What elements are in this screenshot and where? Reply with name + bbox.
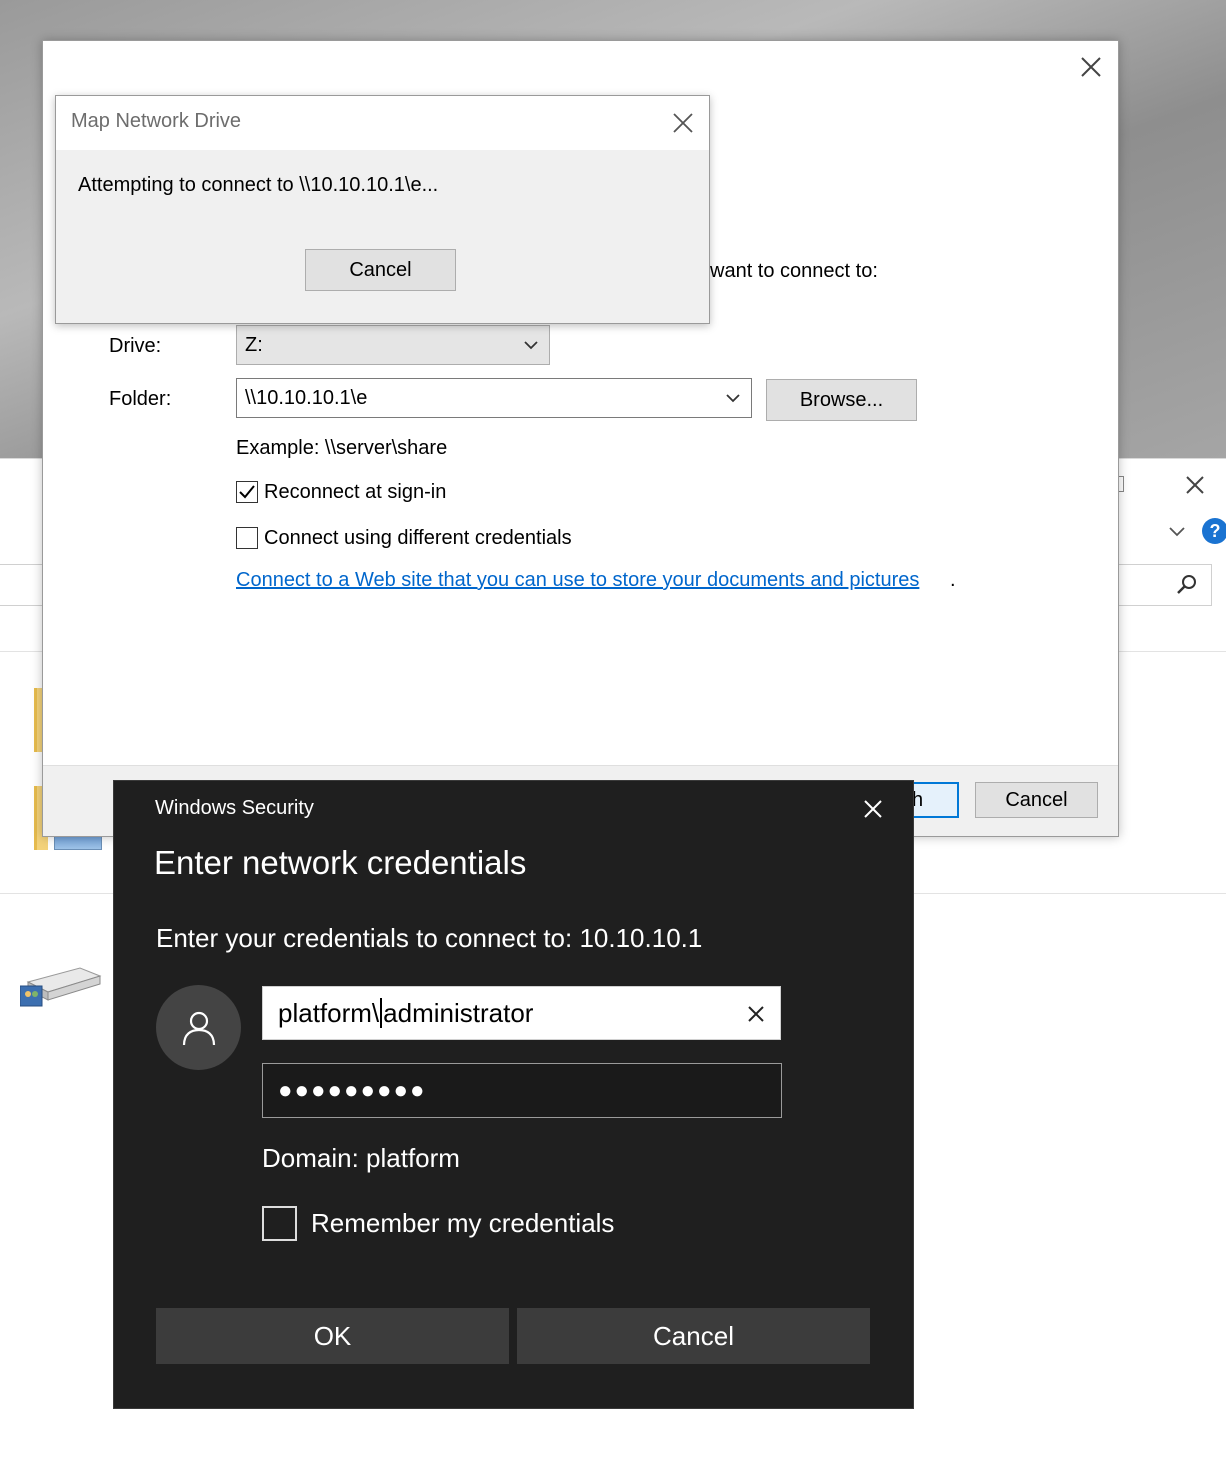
drive-label: Drive: (109, 335, 162, 357)
checkmark-icon (239, 485, 255, 499)
web-link-period: . (950, 569, 956, 591)
chevron-down-icon[interactable] (723, 388, 743, 408)
folder-combobox-value: \\10.10.10.1\e (245, 386, 368, 409)
connecting-cancel-button[interactable]: Cancel (305, 249, 456, 291)
example-text: Example: \\server\share (236, 437, 448, 459)
password-input[interactable]: ●●●●●●●●● (262, 1063, 782, 1118)
reconnect-label[interactable]: Reconnect at sign-in (264, 481, 446, 504)
security-cancel-button[interactable]: Cancel (517, 1308, 870, 1364)
web-site-link[interactable]: Connect to a Web site that you can use t… (236, 569, 919, 592)
ok-button[interactable]: OK (156, 1308, 509, 1364)
connecting-dialog-titlebar: Map Network Drive (56, 96, 709, 150)
text-caret (380, 998, 383, 1028)
username-text-before-caret: platform\ (278, 997, 380, 1028)
drive-select[interactable]: Z: (236, 325, 550, 365)
folder-label: Folder: (109, 388, 172, 410)
connect-prompt-text: want to connect to: (710, 260, 878, 282)
dialog-close-icon[interactable] (1076, 52, 1106, 82)
network-drive-icon (19, 960, 104, 1010)
remember-credentials-label[interactable]: Remember my credentials (311, 1208, 614, 1239)
credentials-heading: Enter network credentials (154, 844, 527, 881)
username-input[interactable]: platform\ administrator (262, 986, 781, 1040)
remember-credentials-checkbox[interactable] (262, 1206, 297, 1241)
password-mask: ●●●●●●●●● (278, 1076, 427, 1104)
reconnect-checkbox[interactable] (236, 481, 258, 503)
help-icon[interactable]: ? (1202, 518, 1226, 544)
folder-combobox[interactable]: \\10.10.10.1\e (236, 378, 752, 418)
close-icon[interactable] (858, 794, 888, 824)
chevron-down-icon[interactable] (1166, 520, 1188, 542)
chevron-down-icon (521, 335, 541, 355)
username-text-after-caret: administrator (383, 997, 534, 1028)
different-credentials-label[interactable]: Connect using different credentials (264, 527, 572, 550)
connecting-message: Attempting to connect to \\10.10.10.1\e.… (78, 174, 439, 196)
different-credentials-checkbox[interactable] (236, 527, 258, 549)
connecting-dialog-title: Map Network Drive (71, 110, 242, 132)
main-cancel-button[interactable]: Cancel (975, 782, 1098, 818)
credentials-prompt: Enter your credentials to connect to: 10… (156, 923, 703, 953)
domain-text: Domain: platform (262, 1143, 460, 1173)
close-icon[interactable] (666, 106, 700, 140)
explorer-close-icon[interactable] (1180, 470, 1210, 500)
clear-input-icon[interactable] (742, 1000, 770, 1028)
connecting-dialog: Map Network Drive Attempting to connect … (55, 95, 710, 324)
search-icon[interactable] (1174, 572, 1200, 598)
drive-select-value: Z: (245, 333, 263, 356)
browse-button[interactable]: Browse... (766, 379, 917, 421)
user-avatar-icon (156, 985, 241, 1070)
security-app-title: Windows Security (155, 797, 314, 819)
